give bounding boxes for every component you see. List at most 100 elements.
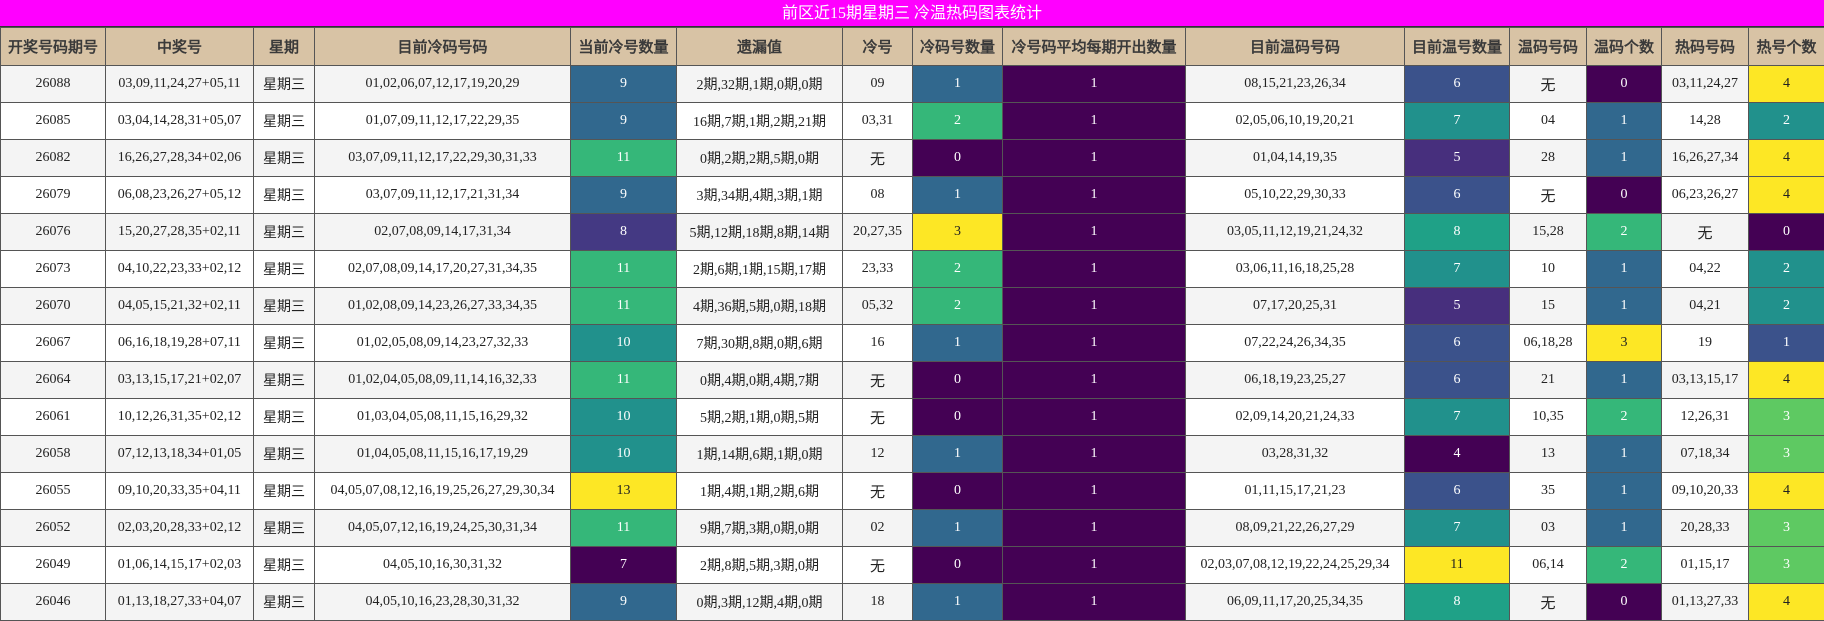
warm-numbers-cell: 02,05,06,10,19,20,21 xyxy=(1186,103,1405,140)
hot-numbers-cell: 01,15,17 xyxy=(1662,547,1749,584)
table-row: 2606403,13,15,17,21+02,07星期三01,02,04,05,… xyxy=(1,362,1824,399)
warm-count-cell: 8 xyxy=(1405,584,1510,621)
column-header[interactable]: 目前冷码号码 xyxy=(315,28,571,66)
cold-hit-count-cell: 0 xyxy=(913,140,1003,177)
warm-numbers-cell: 08,09,21,22,26,27,29 xyxy=(1186,510,1405,547)
period-cell: 26082 xyxy=(1,140,106,177)
omission-cell: 1期,4期,1期,2期,6期 xyxy=(677,473,843,510)
cold-hit-count-cell: 0 xyxy=(913,473,1003,510)
warm-count-cell: 7 xyxy=(1405,399,1510,436)
cold-numbers-cell: 01,02,05,08,09,14,23,27,32,33 xyxy=(315,325,571,362)
cold-numbers-cell: 03,07,09,11,12,17,22,29,30,31,33 xyxy=(315,140,571,177)
table-row: 2606706,16,18,19,28+07,11星期三01,02,05,08,… xyxy=(1,325,1824,362)
winning-number-cell: 02,03,20,28,33+02,12 xyxy=(106,510,254,547)
hot-count-cell: 2 xyxy=(1749,251,1824,288)
column-header[interactable]: 当前冷号数量 xyxy=(571,28,677,66)
warm-count-cell: 6 xyxy=(1405,325,1510,362)
cold-avg-cell: 1 xyxy=(1003,510,1186,547)
cold-hit-cell: 无 xyxy=(843,140,913,177)
column-header[interactable]: 开奖号码期号 xyxy=(1,28,106,66)
cold-avg-cell: 1 xyxy=(1003,66,1186,103)
column-header[interactable]: 热码号码 xyxy=(1662,28,1749,66)
cold-avg-cell: 1 xyxy=(1003,325,1186,362)
omission-cell: 16期,7期,1期,2期,21期 xyxy=(677,103,843,140)
period-cell: 26052 xyxy=(1,510,106,547)
warm-numbers-cell: 06,18,19,23,25,27 xyxy=(1186,362,1405,399)
column-header[interactable]: 冷号 xyxy=(843,28,913,66)
column-header[interactable]: 冷号码平均每期开出数量 xyxy=(1003,28,1186,66)
column-header[interactable]: 目前温码号码 xyxy=(1186,28,1405,66)
winning-number-cell: 04,05,15,21,32+02,11 xyxy=(106,288,254,325)
warm-hit-cell: 15 xyxy=(1510,288,1587,325)
cold-avg-cell: 1 xyxy=(1003,140,1186,177)
warm-hit-count-cell: 0 xyxy=(1587,177,1662,214)
weekday-cell: 星期三 xyxy=(254,325,315,362)
hot-count-cell: 2 xyxy=(1749,103,1824,140)
hot-numbers-cell: 16,26,27,34 xyxy=(1662,140,1749,177)
winning-number-cell: 03,13,15,17,21+02,07 xyxy=(106,362,254,399)
warm-count-cell: 6 xyxy=(1405,362,1510,399)
cold-hit-cell: 09 xyxy=(843,66,913,103)
warm-count-cell: 5 xyxy=(1405,140,1510,177)
cold-hit-count-cell: 0 xyxy=(913,399,1003,436)
warm-count-cell: 4 xyxy=(1405,436,1510,473)
hot-count-cell: 4 xyxy=(1749,66,1824,103)
warm-numbers-cell: 02,03,07,08,12,19,22,24,25,29,34 xyxy=(1186,547,1405,584)
column-header[interactable]: 温码个数 xyxy=(1587,28,1662,66)
table-row: 2604601,13,18,27,33+04,07星期三04,05,10,16,… xyxy=(1,584,1824,621)
column-header[interactable]: 热号个数 xyxy=(1749,28,1824,66)
period-cell: 26046 xyxy=(1,584,106,621)
cold-avg-cell: 1 xyxy=(1003,473,1186,510)
period-cell: 26073 xyxy=(1,251,106,288)
cold-avg-cell: 1 xyxy=(1003,399,1186,436)
cold-hit-cell: 23,33 xyxy=(843,251,913,288)
cold-hit-count-cell: 2 xyxy=(913,103,1003,140)
warm-numbers-cell: 06,09,11,17,20,25,34,35 xyxy=(1186,584,1405,621)
cold-numbers-cell: 01,02,08,09,14,23,26,27,33,34,35 xyxy=(315,288,571,325)
hot-numbers-cell: 19 xyxy=(1662,325,1749,362)
warm-hit-cell: 04 xyxy=(1510,103,1587,140)
warm-hit-count-cell: 1 xyxy=(1587,510,1662,547)
column-header[interactable]: 冷码号数量 xyxy=(913,28,1003,66)
omission-cell: 1期,14期,6期,1期,0期 xyxy=(677,436,843,473)
warm-hit-count-cell: 2 xyxy=(1587,214,1662,251)
cold-hit-count-cell: 2 xyxy=(913,288,1003,325)
winning-number-cell: 03,04,14,28,31+05,07 xyxy=(106,103,254,140)
column-header[interactable]: 温码号码 xyxy=(1510,28,1587,66)
hot-numbers-cell: 14,28 xyxy=(1662,103,1749,140)
column-header[interactable]: 遗漏值 xyxy=(677,28,843,66)
cold-count-cell: 9 xyxy=(571,177,677,214)
hot-count-cell: 3 xyxy=(1749,510,1824,547)
cold-avg-cell: 1 xyxy=(1003,177,1186,214)
winning-number-cell: 09,10,20,33,35+04,11 xyxy=(106,473,254,510)
weekday-cell: 星期三 xyxy=(254,288,315,325)
warm-numbers-cell: 02,09,14,20,21,24,33 xyxy=(1186,399,1405,436)
winning-number-cell: 03,09,11,24,27+05,11 xyxy=(106,66,254,103)
table-row: 2607304,10,22,23,33+02,12星期三02,07,08,09,… xyxy=(1,251,1824,288)
hot-count-cell: 4 xyxy=(1749,584,1824,621)
cold-count-cell: 9 xyxy=(571,103,677,140)
warm-numbers-cell: 07,22,24,26,34,35 xyxy=(1186,325,1405,362)
cold-numbers-cell: 04,05,07,08,12,16,19,25,26,27,29,30,34 xyxy=(315,473,571,510)
cold-hit-cell: 18 xyxy=(843,584,913,621)
column-header[interactable]: 星期 xyxy=(254,28,315,66)
omission-cell: 7期,30期,8期,0期,6期 xyxy=(677,325,843,362)
hot-count-cell: 2 xyxy=(1749,288,1824,325)
hot-count-cell: 4 xyxy=(1749,140,1824,177)
cold-hit-count-cell: 0 xyxy=(913,362,1003,399)
warm-hit-cell: 15,28 xyxy=(1510,214,1587,251)
weekday-cell: 星期三 xyxy=(254,214,315,251)
cold-count-cell: 11 xyxy=(571,288,677,325)
column-header[interactable]: 目前温号数量 xyxy=(1405,28,1510,66)
warm-count-cell: 7 xyxy=(1405,510,1510,547)
warm-hit-count-cell: 1 xyxy=(1587,251,1662,288)
cold-avg-cell: 1 xyxy=(1003,214,1186,251)
warm-hit-cell: 21 xyxy=(1510,362,1587,399)
header-row: 开奖号码期号中奖号星期目前冷码号码当前冷号数量遗漏值冷号冷码号数量冷号码平均每期… xyxy=(1,28,1824,66)
hot-count-cell: 1 xyxy=(1749,325,1824,362)
period-cell: 26088 xyxy=(1,66,106,103)
cold-hit-cell: 无 xyxy=(843,399,913,436)
cold-hit-cell: 无 xyxy=(843,362,913,399)
column-header[interactable]: 中奖号 xyxy=(106,28,254,66)
warm-hit-count-cell: 1 xyxy=(1587,362,1662,399)
